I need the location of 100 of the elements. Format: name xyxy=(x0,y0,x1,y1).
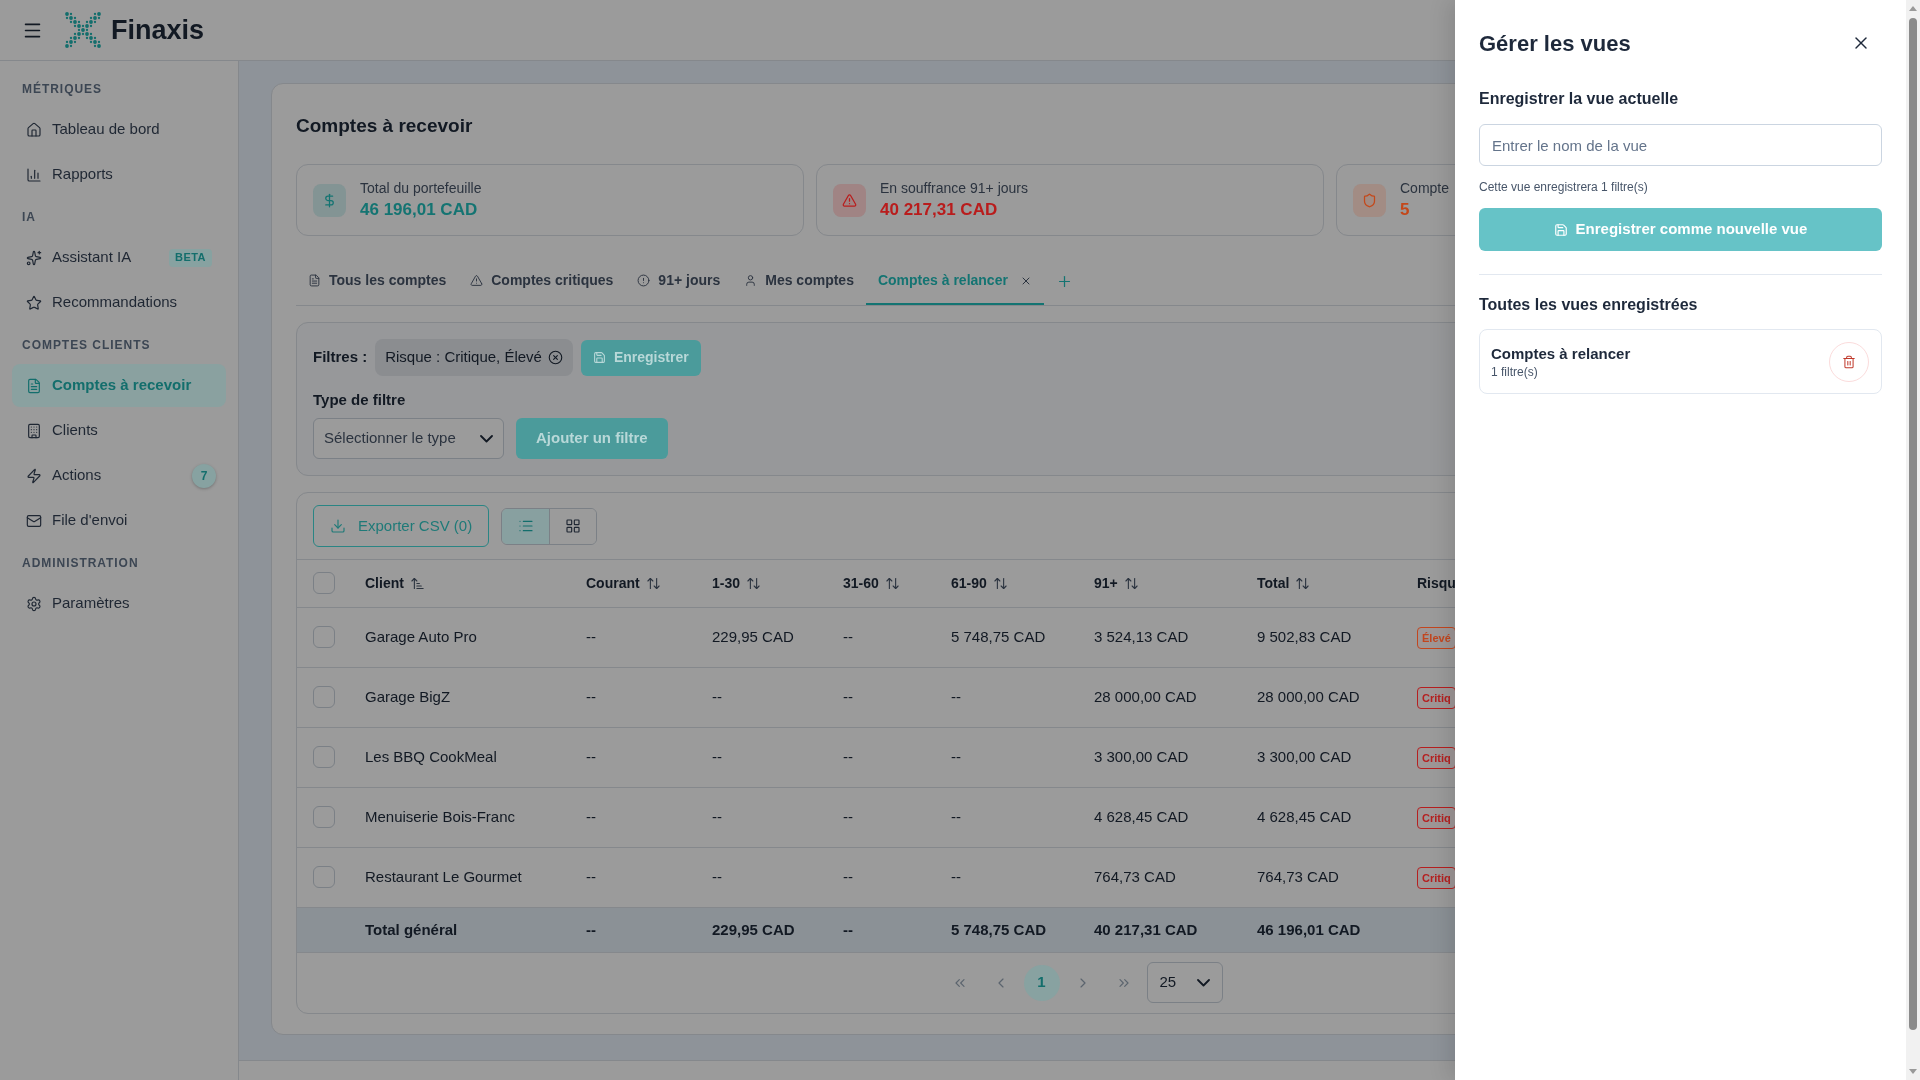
scrollbar[interactable] xyxy=(1906,0,1920,1080)
table-cell: -- xyxy=(712,688,722,705)
shield-icon xyxy=(1353,183,1386,217)
view-name-input[interactable]: Entrer le nom de la vue xyxy=(1479,124,1882,166)
risk-tag: Critiq xyxy=(1417,867,1455,890)
tab[interactable]: 91+ jours xyxy=(625,258,733,305)
total-cell: 5 748,75 CAD xyxy=(951,920,1047,938)
table-cell: -- xyxy=(586,868,596,885)
sidebar-item[interactable]: Actions 7 xyxy=(12,454,226,497)
remove-icon[interactable] xyxy=(547,350,563,365)
column-header[interactable]: 1-30 xyxy=(712,573,762,595)
column-header[interactable]: 91+ xyxy=(1094,573,1139,595)
save-icon xyxy=(592,351,606,364)
table-cell: 4 628,45 CAD xyxy=(1257,808,1352,825)
column-header[interactable]: Client xyxy=(365,573,425,595)
table-cell: 3 300,00 CAD xyxy=(1257,748,1352,765)
view-toggle[interactable] xyxy=(549,508,597,544)
checkbox[interactable] xyxy=(313,626,335,648)
dollar-icon xyxy=(313,183,346,217)
table-cell: 229,95 CAD xyxy=(712,628,794,645)
page-size-select[interactable]: 25 xyxy=(1146,962,1223,1003)
view-detail: 1 filtre(s) xyxy=(1491,363,1539,380)
sidebar-item[interactable]: File d'envoi xyxy=(12,499,226,542)
checkbox[interactable] xyxy=(313,806,335,828)
warning-icon xyxy=(470,274,484,287)
filter-type-label: Type de filtre xyxy=(313,390,406,410)
trash-icon xyxy=(1842,354,1856,369)
table-cell: 4 628,45 CAD xyxy=(1094,808,1189,825)
view-toggle[interactable] xyxy=(502,508,550,544)
table-cell: -- xyxy=(843,868,853,885)
table-cell: 28 000,00 CAD xyxy=(1257,688,1360,705)
risk-tag: Critiq xyxy=(1417,687,1455,710)
building-icon xyxy=(26,422,42,439)
column-header[interactable]: Risqu xyxy=(1417,573,1455,595)
filter-chip[interactable]: Risque : Critique, Élevé xyxy=(375,339,573,376)
document-icon xyxy=(308,274,321,287)
filters-label: Filtres : xyxy=(313,347,368,368)
risk-tag: Critiq xyxy=(1417,807,1455,830)
sidebar-item[interactable]: Clients xyxy=(12,409,226,452)
table-cell: Menuiserie Bois-Franc xyxy=(365,808,516,825)
total-cell: -- xyxy=(843,920,853,938)
column-header[interactable]: 61-90 xyxy=(951,573,1008,595)
sidebar-item[interactable]: Rapports xyxy=(12,153,226,196)
stat-value: 5 xyxy=(1400,199,1411,221)
table-cell: -- xyxy=(843,808,853,825)
alert-circle-icon xyxy=(637,274,651,287)
table-cell: Les BBQ CookMeal xyxy=(365,748,497,765)
checkbox[interactable] xyxy=(313,866,335,888)
sidebar-item[interactable]: Assistant IA BETA xyxy=(12,236,226,279)
checkbox[interactable] xyxy=(313,746,335,768)
hint-text: Cette vue enregistrera 1 filtre(s) xyxy=(1479,179,1648,195)
list-icon xyxy=(517,518,534,534)
type-select[interactable]: Sélectionner le type xyxy=(313,418,504,459)
document-icon xyxy=(26,377,42,394)
column-header[interactable]: Total xyxy=(1257,573,1311,595)
table-cell: -- xyxy=(712,808,722,825)
warning-icon xyxy=(833,183,866,217)
table-cell: -- xyxy=(586,808,596,825)
column-header[interactable]: 31-60 xyxy=(843,573,900,595)
table-cell: -- xyxy=(586,688,596,705)
table-cell: -- xyxy=(586,628,596,645)
section-heading: Toutes les vues enregistrées xyxy=(1479,295,1698,315)
stat-value: 40 217,31 CAD xyxy=(880,199,999,221)
total-cell: 46 196,01 CAD xyxy=(1257,920,1361,938)
section-heading: ADMINISTRATION xyxy=(22,555,139,572)
total-cell: 229,95 CAD xyxy=(712,920,795,938)
table-cell: 3 300,00 CAD xyxy=(1094,748,1189,765)
column-header[interactable]: Courant xyxy=(586,573,661,595)
count-badge: 7 xyxy=(192,463,216,488)
risk-tag: Critiq xyxy=(1417,747,1455,770)
envelope-icon xyxy=(26,512,42,529)
table-cell: -- xyxy=(951,868,961,885)
sidebar-item[interactable]: Paramètres xyxy=(12,582,226,625)
checkbox[interactable] xyxy=(313,686,335,708)
tab[interactable]: Mes comptes xyxy=(732,258,866,305)
save-icon xyxy=(1553,222,1568,237)
house-icon xyxy=(26,121,42,138)
table-cell: 3 524,13 CAD xyxy=(1094,628,1189,645)
stat-label: Total du portefeuille xyxy=(360,179,482,198)
page-title: Comptes à recevoir xyxy=(296,114,473,138)
table-cell: -- xyxy=(843,628,853,645)
table-cell: Restaurant Le Gourmet xyxy=(365,868,522,885)
table-cell: Garage Auto Pro xyxy=(365,628,477,645)
beta-tag: BETA xyxy=(169,248,212,267)
section-heading: COMPTES CLIENTS xyxy=(22,337,151,354)
tab[interactable]: Comptes critiques xyxy=(458,258,626,305)
risk-tag: Élevé xyxy=(1417,627,1455,650)
drawer-title: Gérer les vues xyxy=(1479,29,1631,58)
bar-chart-icon xyxy=(26,166,42,183)
table-cell: -- xyxy=(843,688,853,705)
total-cell: -- xyxy=(586,920,596,938)
tab[interactable]: Tous les comptes xyxy=(296,258,459,305)
section-heading: MÉTRIQUES xyxy=(22,80,102,98)
sidebar-item[interactable]: Tableau de bord xyxy=(12,108,226,151)
sidebar-item[interactable]: Recommandations xyxy=(12,281,226,324)
checkbox[interactable] xyxy=(313,572,335,595)
total-cell: Total général xyxy=(365,920,458,938)
sparkles-icon xyxy=(26,249,42,266)
section-heading: Enregistrer la vue actuelle xyxy=(1479,89,1679,109)
table-cell: 9 502,83 CAD xyxy=(1257,628,1352,645)
